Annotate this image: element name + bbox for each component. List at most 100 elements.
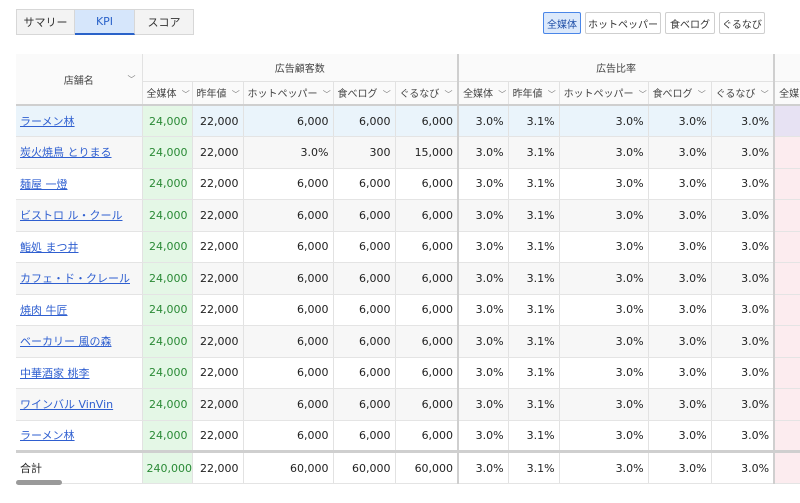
chevron-down-icon[interactable]: ﹀ [548,90,556,99]
ratio-gurunavi-cell: 3.0% [710,262,775,295]
tab-kpi[interactable]: KPI [75,9,135,35]
ratio-gurunavi-cell: 3.0% [710,294,775,326]
table-row: 焼肉 牛匠 24,000 22,000 6,000 6,000 6,000 3.0% 3.1%… [16,294,800,326]
store-cell: ラーメン林 [16,420,142,452]
filter-gurunavi[interactable]: ぐるなび [719,12,765,34]
col-ratio-gurunavi-header[interactable]: ぐるなび ﹀ [710,81,775,106]
store-link[interactable]: 麺屋 一燈 [20,178,68,191]
col-ratio-tabelog-header[interactable]: 食べログ ﹀ [647,81,712,106]
ratio-last-year-cell: 3.1% [507,105,560,137]
chevron-down-icon[interactable]: ﹀ [383,90,391,99]
chevron-down-icon[interactable]: ﹀ [323,90,331,99]
ratio-last-year-cell: 3.1% [507,136,560,169]
customers-hotpepper-cell: 6,000 [242,262,333,295]
table-row: 炭火焼鳥 とりまる 24,000 22,000 3.0% 300 15,000 3.0% 3.… [16,136,800,169]
chevron-down-icon[interactable]: ﹀ [698,90,706,99]
ratio-tabelog-cell: 3.0% [647,136,712,169]
ad-ratio-group-header: 広告比率 [457,54,775,82]
table-row: ビストロ ル・クール 24,000 22,000 6,000 6,000 6,000 3.0… [16,199,800,232]
table-row: 麺屋 一燈 24,000 22,000 6,000 6,000 6,000 3.0% 3.1%… [16,168,800,200]
store-link[interactable]: 中華酒家 桃李 [20,367,90,380]
total-customers-all-media-cell: 240,000 [141,450,192,484]
chevron-down-icon[interactable]: ﹀ [182,90,190,99]
store-link[interactable]: 炭火焼鳥 とりまる [20,146,112,159]
customers-all-media-cell: 24,000 [141,325,192,358]
ratio-all-media-cell: 3.0% [457,388,509,421]
store-cell: 中華酒家 桃李 [16,357,142,389]
store-name-header[interactable]: 店舗名 ﹀ [16,54,142,106]
customers-all-media-cell: 24,000 [141,105,192,137]
customers-gurunavi-cell: 6,000 [394,262,459,295]
total-ratio-all-media-cell: 3.0% [457,450,509,484]
col-ratio-all-media-header[interactable]: 全媒体 ﹀ [457,81,509,106]
filter-tabelog[interactable]: 食べログ [665,12,715,34]
customers-all-media-cell: 24,000 [141,136,192,169]
chevron-down-icon[interactable]: ﹀ [232,90,240,99]
col-customers-last-year-header[interactable]: 昨年値 ﹀ [191,81,243,106]
store-link[interactable]: ワインバル VinVin [20,398,113,411]
ratio-hotpepper-cell: 3.0% [558,199,649,232]
chevron-down-icon[interactable]: ﹀ [128,74,136,85]
customers-hotpepper-cell: 6,000 [242,357,333,389]
col-next-all-media-header[interactable]: 全媒 [773,81,800,106]
ratio-tabelog-cell: 3.0% [647,231,712,263]
customers-hotpepper-cell: 6,000 [242,199,333,232]
ratio-hotpepper-cell: 3.0% [558,262,649,295]
store-link[interactable]: カフェ・ド・クレール [20,272,130,285]
chevron-down-icon[interactable]: ﹀ [761,90,769,99]
ratio-last-year-cell: 3.1% [507,168,560,200]
horizontal-scrollbar[interactable] [16,480,62,485]
filter-all-media[interactable]: 全媒体 [543,12,581,34]
table-row: 鮨処 まつ井 24,000 22,000 6,000 6,000 6,000 3.0% 3.1… [16,231,800,263]
next-column-cell [773,294,800,326]
tab-score[interactable]: スコア [135,9,194,35]
total-customers-last-year-cell: 22,000 [191,450,243,484]
customers-tabelog-cell: 6,000 [332,294,395,326]
col-customers-all-media-header[interactable]: 全媒体 ﹀ [141,81,192,106]
ratio-all-media-cell: 3.0% [457,136,509,169]
ratio-tabelog-cell: 3.0% [647,388,712,421]
store-link[interactable]: ビストロ ル・クール [20,209,123,222]
customers-last-year-cell: 22,000 [191,325,243,358]
customers-hotpepper-cell: 6,000 [242,231,333,263]
col-ratio-last-year-header[interactable]: 昨年値 ﹀ [507,81,560,106]
ratio-gurunavi-cell: 3.0% [710,357,775,389]
ratio-tabelog-cell: 3.0% [647,168,712,200]
store-link[interactable]: ラーメン林 [20,429,75,442]
col-customers-gurunavi-header[interactable]: ぐるなび ﹀ [394,81,459,106]
chevron-down-icon[interactable]: ﹀ [639,90,647,99]
customers-last-year-cell: 22,000 [191,231,243,263]
store-link[interactable]: ベーカリー 風の森 [20,335,112,348]
customers-tabelog-cell: 6,000 [332,231,395,263]
customers-hotpepper-cell: 6,000 [242,388,333,421]
chevron-down-icon[interactable]: ﹀ [498,90,506,99]
col-ratio-hotpepper-header[interactable]: ホットペッパー ﹀ [558,81,649,106]
store-cell: 炭火焼鳥 とりまる [16,136,142,169]
total-customers-gurunavi-cell: 60,000 [394,450,459,484]
filter-hotpepper[interactable]: ホットペッパー [585,12,661,34]
store-link[interactable]: 鮨処 まつ井 [20,241,79,254]
customers-gurunavi-cell: 6,000 [394,325,459,358]
store-cell: ワインバル VinVin [16,388,142,421]
total-customers-tabelog-cell: 60,000 [332,450,395,484]
next-column-cell [773,105,800,137]
customers-tabelog-cell: 6,000 [332,357,395,389]
ratio-all-media-cell: 3.0% [457,168,509,200]
col-customers-hotpepper-header[interactable]: ホットペッパー ﹀ [242,81,333,106]
customers-last-year-cell: 22,000 [191,294,243,326]
store-link[interactable]: 焼肉 牛匠 [20,304,68,317]
ratio-all-media-cell: 3.0% [457,199,509,232]
store-link[interactable]: ラーメン林 [20,115,75,128]
kpi-table-container[interactable]: 店舗名 ﹀ 広告顧客数 広告比率 全媒体 ﹀ 昨年値 ﹀ ホットペッパー ﹀ 食べログ… [16,54,800,488]
ratio-last-year-cell: 3.1% [507,262,560,295]
ratio-all-media-cell: 3.0% [457,262,509,295]
customers-gurunavi-cell: 6,000 [394,199,459,232]
col-customers-tabelog-header[interactable]: 食べログ ﹀ [332,81,395,106]
tab-summary[interactable]: サマリー [16,9,75,35]
next-column-cell [773,136,800,169]
chevron-down-icon[interactable]: ﹀ [445,90,453,99]
customers-last-year-cell: 22,000 [191,388,243,421]
ratio-tabelog-cell: 3.0% [647,294,712,326]
total-row: 合計 240,000 22,000 60,000 60,000 60,000 3.0% 3.1… [16,450,800,484]
ratio-gurunavi-cell: 3.0% [710,168,775,200]
